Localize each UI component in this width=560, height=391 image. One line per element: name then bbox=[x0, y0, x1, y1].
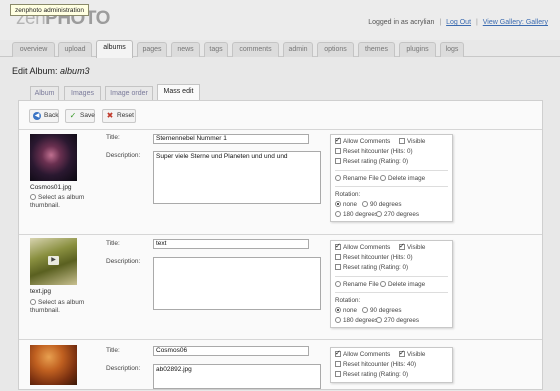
video-play-icon: ▶ bbox=[48, 256, 59, 265]
toolbar: ◀ Back ✓ Save ✖ Reset bbox=[19, 109, 542, 125]
logged-in-text: Logged in as acrylian bbox=[368, 19, 435, 26]
reset-hitcounter-checkbox[interactable]: Reset hitcounter (Hits: 0) bbox=[335, 148, 413, 155]
visible-checkbox[interactable]: Visible bbox=[399, 349, 425, 358]
options-divider bbox=[335, 292, 448, 293]
options-divider bbox=[335, 186, 448, 187]
divider bbox=[19, 339, 542, 340]
options-divider bbox=[335, 276, 448, 277]
divider bbox=[19, 234, 542, 235]
rotation-none-radio[interactable]: none bbox=[335, 307, 357, 314]
title-label: Title: bbox=[106, 134, 120, 141]
allow-comments-checkbox[interactable]: Allow Comments bbox=[335, 349, 390, 358]
reset-hitcounter-checkbox[interactable]: Reset hitcounter (Hits: 0) bbox=[335, 254, 413, 261]
reset-hitcounter-checkbox[interactable]: Reset hitcounter (Hits: 40) bbox=[335, 361, 416, 368]
header: zenPHOTO zenphoto administration Logged … bbox=[0, 0, 560, 40]
rotation-none-radio[interactable]: none bbox=[335, 201, 357, 208]
checkmark-icon: ✓ bbox=[69, 111, 77, 120]
album-thumb-radio[interactable]: Select as album thumbnail. bbox=[30, 299, 100, 315]
reset-rating-checkbox[interactable]: Reset rating (Rating: 0) bbox=[335, 264, 408, 271]
image-options-box: Allow Comments Visible Reset hitcounter … bbox=[330, 347, 453, 383]
image-entry: Cosmos01.jpg Select as album thumbnail. … bbox=[19, 131, 542, 234]
reset-rating-checkbox[interactable]: Reset rating (Rating: 0) bbox=[335, 158, 408, 165]
rotation-90-radio[interactable]: 90 degrees bbox=[362, 307, 402, 314]
view-gallery-link[interactable]: View Gallery: Gallery bbox=[483, 19, 548, 26]
image-thumbnail[interactable]: ▶ bbox=[30, 238, 77, 285]
title-label: Title: bbox=[106, 347, 120, 354]
tab-upload[interactable]: upload bbox=[58, 42, 92, 57]
description-textarea[interactable]: ab02892.jpg bbox=[153, 364, 321, 389]
description-textarea[interactable]: Super viele Sterne und Planeten und und … bbox=[153, 151, 321, 204]
back-button[interactable]: ◀ Back bbox=[29, 109, 59, 123]
description-label: Description: bbox=[106, 365, 141, 372]
title-input[interactable]: text bbox=[153, 239, 309, 249]
tab-tags[interactable]: tags bbox=[204, 42, 228, 57]
tab-logs[interactable]: logs bbox=[440, 42, 464, 57]
rotation-label: Rotation: bbox=[335, 297, 361, 304]
user-bar: Logged in as acrylian | Log Out | View G… bbox=[368, 19, 548, 26]
image-entry: Title: Cosmos06 Description: ab02892.jpg… bbox=[19, 341, 542, 391]
subtab-album[interactable]: Album bbox=[30, 86, 59, 100]
subtab-mass-edit[interactable]: Mass edit bbox=[157, 84, 200, 100]
rotation-180-radio[interactable]: 180 degrees bbox=[335, 211, 378, 218]
rename-file-radio[interactable]: Rename File bbox=[335, 175, 379, 182]
album-subtabs: Album Images Image order Mass edit bbox=[0, 84, 560, 100]
mass-edit-panel: ◀ Back ✓ Save ✖ Reset Cosmos01.jpg Selec… bbox=[18, 100, 543, 390]
tab-plugins[interactable]: plugins bbox=[399, 42, 436, 57]
allow-comments-checkbox[interactable]: Allow Comments bbox=[335, 136, 390, 145]
tab-pages[interactable]: pages bbox=[137, 42, 167, 57]
logout-link[interactable]: Log Out bbox=[446, 19, 471, 26]
image-thumbnail[interactable] bbox=[30, 134, 77, 181]
rotation-270-radio[interactable]: 270 degrees bbox=[376, 317, 419, 324]
album-thumb-radio[interactable]: Select as album thumbnail. bbox=[30, 194, 100, 210]
image-filename: Cosmos01.jpg bbox=[30, 184, 72, 191]
description-label: Description: bbox=[106, 258, 141, 265]
rotation-90-radio[interactable]: 90 degrees bbox=[362, 201, 402, 208]
tab-news[interactable]: news bbox=[171, 42, 200, 57]
page-title: Edit Album: album3 bbox=[12, 66, 90, 76]
divider bbox=[19, 129, 542, 130]
rotation-180-radio[interactable]: 180 degrees bbox=[335, 317, 378, 324]
visible-checkbox[interactable]: Visible bbox=[399, 242, 425, 251]
subtab-images[interactable]: Images bbox=[64, 86, 101, 100]
back-arrow-icon: ◀ bbox=[33, 112, 41, 120]
tab-themes[interactable]: themes bbox=[358, 42, 395, 57]
options-divider bbox=[335, 170, 448, 171]
visible-checkbox[interactable]: Visible bbox=[399, 138, 425, 145]
tab-comments[interactable]: comments bbox=[232, 42, 279, 57]
rotation-270-radio[interactable]: 270 degrees bbox=[376, 211, 419, 218]
image-thumbnail[interactable] bbox=[30, 345, 77, 385]
tab-albums[interactable]: albums bbox=[96, 40, 133, 58]
title-input[interactable]: Sternennebel Nummer 1 bbox=[153, 134, 309, 144]
title-label: Title: bbox=[106, 240, 120, 247]
image-entry: ▶ text.jpg Select as album thumbnail. Ti… bbox=[19, 236, 542, 339]
logo-tooltip: zenphoto administration bbox=[10, 4, 90, 16]
reset-button[interactable]: ✖ Reset bbox=[102, 109, 136, 123]
rotation-label: Rotation: bbox=[335, 191, 361, 198]
album-name: album3 bbox=[60, 66, 90, 76]
delete-image-radio[interactable]: Delete image bbox=[380, 281, 425, 288]
subtab-image-order[interactable]: Image order bbox=[105, 86, 153, 100]
delete-image-radio[interactable]: Delete image bbox=[380, 175, 425, 182]
description-textarea[interactable] bbox=[153, 257, 321, 310]
image-options-box: Allow Comments Visible Reset hitcounter … bbox=[330, 134, 453, 222]
reset-rating-checkbox[interactable]: Reset rating (Rating: 0) bbox=[335, 371, 408, 378]
image-filename: text.jpg bbox=[30, 288, 51, 295]
tab-admin[interactable]: admin bbox=[283, 42, 313, 57]
rename-file-radio[interactable]: Rename File bbox=[335, 281, 379, 288]
image-options-box: Allow Comments Visible Reset hitcounter … bbox=[330, 240, 453, 328]
tab-options[interactable]: options bbox=[317, 42, 354, 57]
allow-comments-checkbox[interactable]: Allow Comments bbox=[335, 242, 390, 251]
tab-overview[interactable]: overview bbox=[12, 42, 55, 57]
main-nav: overview upload albums pages news tags c… bbox=[0, 40, 560, 58]
title-input[interactable]: Cosmos06 bbox=[153, 346, 309, 356]
description-label: Description: bbox=[106, 152, 141, 159]
save-button[interactable]: ✓ Save bbox=[65, 109, 95, 123]
reset-x-icon: ✖ bbox=[106, 111, 114, 120]
